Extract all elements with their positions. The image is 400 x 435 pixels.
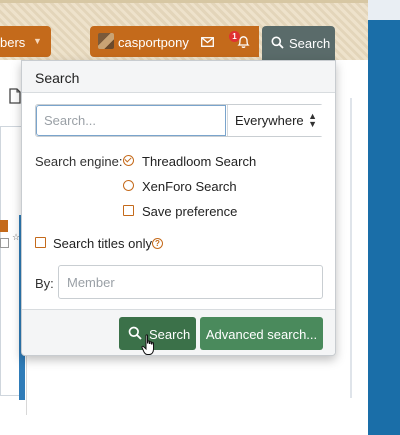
by-label: By: xyxy=(35,276,54,291)
search-dropdown-header: Search xyxy=(22,61,335,93)
nav-inbox[interactable] xyxy=(190,26,225,57)
search-dropdown: Search Everywhere ▲▼ Search engine: Thre… xyxy=(21,60,336,356)
save-preference-checkbox[interactable] xyxy=(123,205,134,216)
xenforo-option-label[interactable]: XenForo Search xyxy=(142,179,237,194)
bell-icon xyxy=(237,36,250,48)
page-left-tab xyxy=(0,220,8,232)
avatar xyxy=(98,33,114,49)
search-dropdown-footer: Search Advanced search... xyxy=(22,309,335,355)
page-divider xyxy=(350,98,352,398)
member-input[interactable] xyxy=(58,265,323,299)
titles-only-label[interactable]: Search titles only xyxy=(53,236,152,251)
search-engine-label: Search engine: xyxy=(35,154,123,169)
search-input[interactable] xyxy=(36,105,226,136)
chevron-down-icon[interactable]: ▼ xyxy=(33,36,42,46)
nav-search-label: Search xyxy=(289,36,331,51)
nav-alerts[interactable]: 1 xyxy=(225,26,259,57)
nav-user-account[interactable]: casportpony xyxy=(90,26,190,57)
threadloom-radio[interactable] xyxy=(123,155,134,166)
star-icon[interactable]: ☆ xyxy=(12,232,20,243)
nav-members-label: bers xyxy=(0,35,26,50)
header-top-border xyxy=(0,0,368,3)
search-icon xyxy=(128,326,142,340)
username: casportpony xyxy=(118,35,189,50)
search-scope-select[interactable]: Everywhere ▲ ▼ xyxy=(227,105,323,136)
titles-only-checkbox[interactable] xyxy=(35,237,46,248)
save-preference-label[interactable]: Save preference xyxy=(142,204,237,219)
search-icon xyxy=(271,36,284,49)
search-dropdown-title: Search xyxy=(35,70,80,86)
advanced-search-label: Advanced search... xyxy=(205,327,318,342)
hand-cursor-icon xyxy=(141,334,154,355)
help-icon[interactable]: ? xyxy=(152,238,163,249)
select-arrows-icon: ▲ ▼ xyxy=(308,111,317,129)
envelope-icon xyxy=(201,37,214,47)
search-input-group: Everywhere ▲▼ xyxy=(35,104,323,137)
search-submit-button[interactable]: Search xyxy=(119,317,196,350)
threadloom-option-label[interactable]: Threadloom Search xyxy=(142,154,256,169)
page-left-box xyxy=(0,238,9,248)
advanced-search-button[interactable]: Advanced search... xyxy=(200,317,323,350)
xenforo-radio[interactable] xyxy=(123,180,134,191)
document-icon[interactable] xyxy=(8,88,22,104)
page-side-stripe xyxy=(368,20,400,435)
nav-search-button[interactable]: Search xyxy=(262,26,335,60)
nav-members-tab[interactable]: bers ▼ xyxy=(0,26,51,57)
search-scope-value: Everywhere xyxy=(235,113,304,128)
